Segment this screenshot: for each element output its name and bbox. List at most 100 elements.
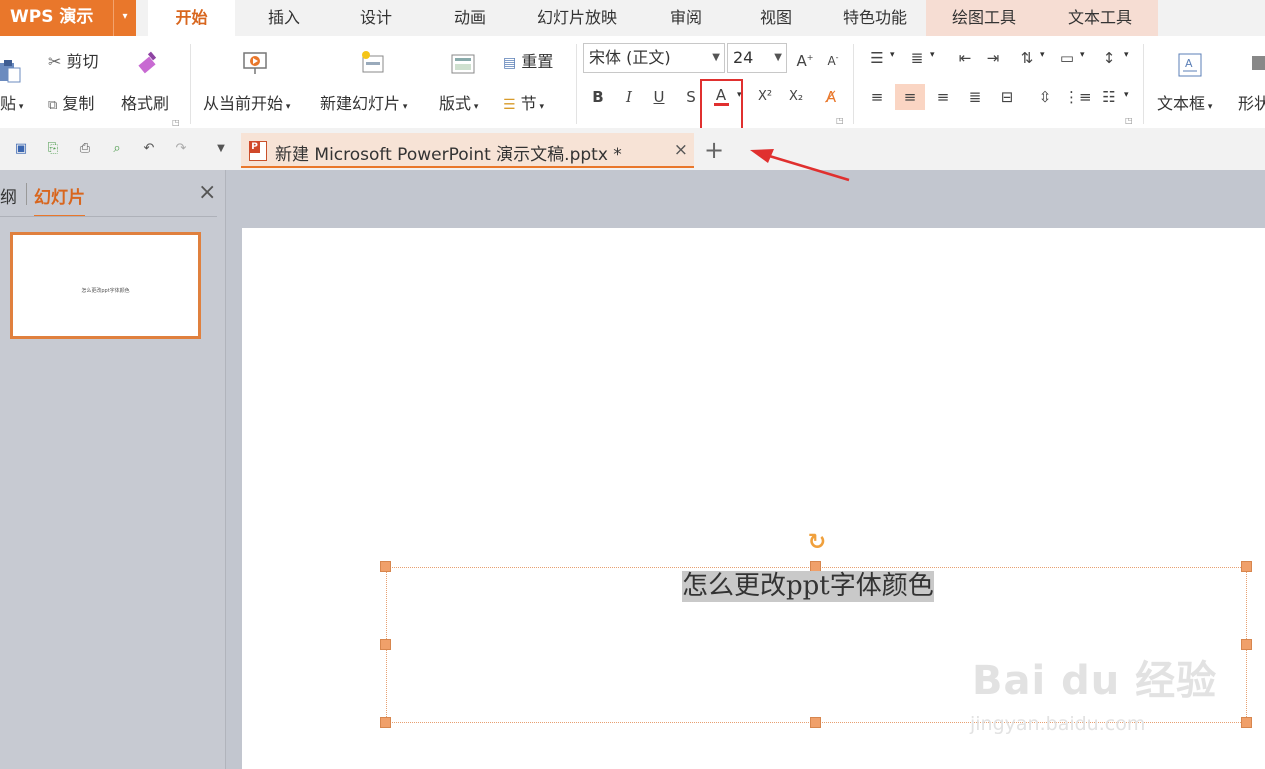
play-from-current-button[interactable]: 从当前开始 ▾ <box>203 90 290 114</box>
text-direction-icon[interactable]: ⇅ <box>1014 45 1040 71</box>
chevron-down-icon[interactable]: ▾ <box>1080 50 1085 60</box>
slide-thumbnail-text: 怎么更改ppt字体颜色 <box>81 288 130 294</box>
tab-design[interactable]: 设计 <box>338 0 414 36</box>
convert-smartart-icon[interactable]: ☷ <box>1096 84 1122 110</box>
tab-insert[interactable]: 插入 <box>246 0 322 36</box>
layout-icon[interactable] <box>451 54 475 80</box>
reset-button[interactable]: ▤ 重置 <box>503 48 553 72</box>
redo-icon[interactable]: ↷ <box>172 140 190 158</box>
app-menu-button[interactable]: WPS 演示 <box>0 0 113 36</box>
increase-font-size-icon[interactable]: A+ <box>792 45 818 71</box>
resize-handle[interactable] <box>380 639 391 650</box>
new-slide-label: 新建幻灯片 <box>320 94 401 113</box>
section-button[interactable]: ☰ 节 ▾ <box>503 90 544 114</box>
bold-button[interactable]: B <box>585 84 611 110</box>
bullet-list-icon[interactable]: ☰ <box>864 45 890 71</box>
pptx-file-icon <box>249 141 267 161</box>
increase-indent-icon[interactable]: ⇥ <box>980 45 1006 71</box>
numbered-list-icon[interactable]: ≣ <box>904 45 930 71</box>
align-text-icon[interactable]: ▭ <box>1054 45 1080 71</box>
italic-button[interactable]: I <box>616 84 642 110</box>
font-dialog-launcher-icon[interactable]: ◳ <box>836 116 844 125</box>
text-box-icon[interactable]: A <box>1177 52 1203 82</box>
tab-drawing-tools[interactable]: 绘图工具 <box>926 0 1042 36</box>
format-painter-button[interactable]: 格式刷 <box>121 90 169 114</box>
rotate-handle-icon[interactable]: ↻ <box>806 532 828 555</box>
font-size-value: 24 <box>733 48 754 67</box>
baidu-watermark: Bai du 经验 <box>972 658 1218 704</box>
decrease-font-size-icon[interactable]: A- <box>820 45 846 71</box>
chevron-down-icon[interactable]: ▾ <box>1040 50 1045 60</box>
paragraph-spacing-icon[interactable]: ⇳ <box>1032 84 1058 110</box>
subscript-button[interactable]: X₂ <box>783 84 809 110</box>
resize-handle[interactable] <box>380 561 391 572</box>
chevron-down-icon[interactable]: ▾ <box>1124 90 1129 100</box>
chevron-down-icon[interactable]: ▾ <box>930 50 935 60</box>
customize-chevron-down-icon[interactable]: ▼ <box>212 140 230 158</box>
shape-icon[interactable] <box>1250 52 1265 82</box>
reset-icon: ▤ <box>503 55 517 71</box>
undo-icon[interactable]: ↶ <box>140 140 158 158</box>
tab-outline[interactable]: 纲 <box>0 183 17 208</box>
separator <box>853 44 854 124</box>
clipboard-dialog-launcher-icon[interactable]: ◳ <box>172 118 180 127</box>
play-from-current-icon[interactable] <box>242 50 268 80</box>
resize-handle[interactable] <box>1241 639 1252 650</box>
decrease-indent-icon[interactable]: ⇤ <box>952 45 978 71</box>
resize-handle[interactable] <box>810 717 821 728</box>
close-icon[interactable]: × <box>198 180 216 205</box>
paragraph-dialog-launcher-icon[interactable]: ◳ <box>1125 116 1133 125</box>
superscript-button[interactable]: X² <box>752 84 778 110</box>
resize-handle[interactable] <box>1241 561 1252 572</box>
resize-handle[interactable] <box>1241 717 1252 728</box>
line-spacing-icon[interactable]: ↕ <box>1096 45 1122 71</box>
text-box-button[interactable]: 文本框 ▾ <box>1157 90 1212 114</box>
print-preview-icon[interactable]: ⌕ <box>108 140 126 158</box>
format-painter-icon[interactable] <box>136 50 160 78</box>
tab-animation[interactable]: 动画 <box>432 0 508 36</box>
font-name-select[interactable]: 宋体 (正文) ▼ <box>583 43 725 73</box>
columns-icon[interactable]: ⋮≡ <box>1064 84 1092 110</box>
font-color-highlight-box <box>700 79 743 131</box>
tab-features[interactable]: 特色功能 <box>826 0 924 36</box>
paste-label: 贴 <box>0 94 17 113</box>
close-icon[interactable]: × <box>674 140 688 160</box>
chevron-down-icon[interactable]: ▾ <box>890 50 895 60</box>
tab-view[interactable]: 视图 <box>738 0 814 36</box>
separator <box>26 183 27 205</box>
chevron-down-icon[interactable]: ▾ <box>1124 50 1129 60</box>
font-size-select[interactable]: 24 ▼ <box>727 43 787 73</box>
slide-text[interactable]: 怎么更改ppt字体颜色 <box>682 571 934 602</box>
app-menu-caret-icon[interactable]: ▾ <box>113 0 136 36</box>
resize-handle[interactable] <box>380 717 391 728</box>
new-slide-icon[interactable] <box>360 50 386 80</box>
align-center-icon[interactable]: ≡ <box>895 84 925 110</box>
print-icon[interactable]: ⎙ <box>76 140 94 158</box>
new-slide-button[interactable]: 新建幻灯片 ▾ <box>320 90 407 114</box>
paste-button[interactable]: 贴 ▾ <box>0 90 23 114</box>
new-tab-button[interactable]: + <box>704 136 724 164</box>
document-tab-title: 新建 Microsoft PowerPoint 演示文稿.pptx * <box>275 145 622 165</box>
underline-button[interactable]: U <box>646 84 672 110</box>
copy-button[interactable]: ⧉ 复制 <box>48 90 94 114</box>
clear-format-icon[interactable]: A̸ <box>818 84 844 110</box>
align-right-icon[interactable]: ≡ <box>930 84 956 110</box>
tab-home[interactable]: 开始 <box>148 0 235 36</box>
paste-icon[interactable] <box>0 58 24 84</box>
layout-button[interactable]: 版式 ▾ <box>439 90 478 114</box>
tab-slides[interactable]: 幻灯片 <box>34 183 85 217</box>
cut-button[interactable]: ✂ 剪切 <box>48 48 99 72</box>
justify-icon[interactable]: ≣ <box>962 84 988 110</box>
tab-slideshow[interactable]: 幻灯片放映 <box>522 0 632 36</box>
slide-thumbnail[interactable]: 怎么更改ppt字体颜色 <box>10 232 201 339</box>
distributed-align-icon[interactable]: ⊟ <box>994 84 1020 110</box>
align-left-icon[interactable]: ≡ <box>864 84 890 110</box>
tab-text-tools[interactable]: 文本工具 <box>1042 0 1158 36</box>
export-icon[interactable]: ⎘ <box>44 140 62 158</box>
tab-review[interactable]: 审阅 <box>648 0 724 36</box>
save-icon[interactable]: ▣ <box>12 140 30 158</box>
document-tab[interactable]: 新建 Microsoft PowerPoint 演示文稿.pptx * × <box>241 133 694 168</box>
copy-label: 复制 <box>62 94 95 113</box>
copy-icon: ⧉ <box>48 98 58 113</box>
shape-button[interactable]: 形状 <box>1238 90 1265 114</box>
